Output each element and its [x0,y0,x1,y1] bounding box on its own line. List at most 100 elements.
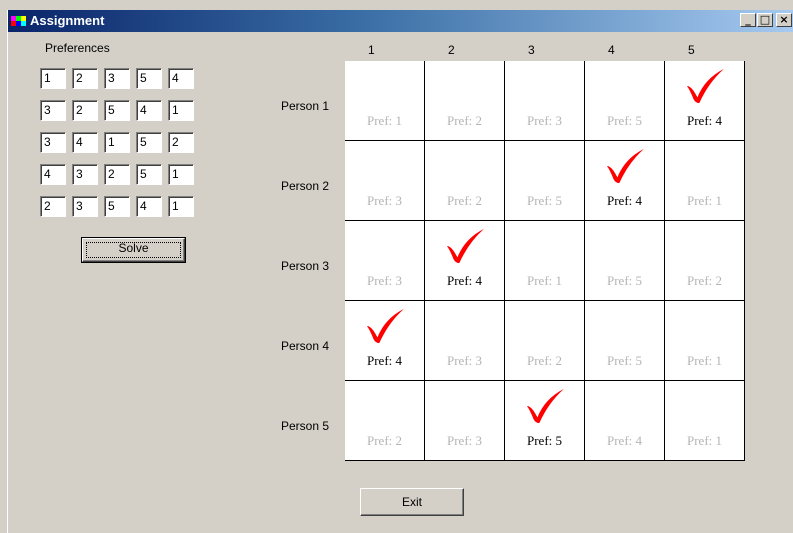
preference-input[interactable]: 5 [104,100,130,121]
assignment-grid: Pref: 1 Pref: 2 Pref: 3 Pref: 5 Pref: 4 Pref:… [345,61,745,461]
grid-cell[interactable]: Pref: 2 [425,61,505,141]
title-bar[interactable]: Assignment _ □ × [8,10,793,32]
pref-label: Pref: 1 [686,193,723,208]
assigned-cell[interactable]: Pref: 4 [665,61,745,141]
preference-input[interactable]: 1 [40,68,66,89]
maximize-button[interactable]: □ [757,13,773,27]
preference-input[interactable]: 1 [104,132,130,153]
preference-input[interactable]: 4 [72,132,98,153]
solve-button[interactable]: Solve [81,237,186,263]
person-label: Person 3 [281,259,330,273]
preference-input[interactable]: 4 [40,164,66,185]
person-label: Person 4 [281,339,330,353]
pref-label: Pref: 2 [526,353,563,368]
preference-input[interactable]: 3 [104,68,130,89]
grid-cell[interactable]: Pref: 1 [505,221,585,301]
person-label: Person 1 [281,99,330,113]
grid-cell[interactable]: Pref: 3 [425,301,505,381]
pref-label: Pref: 5 [606,353,643,368]
grid-cell[interactable]: Pref: 4 [585,381,665,461]
preference-input[interactable]: 5 [136,132,162,153]
column-header: 4 [608,43,615,57]
checkmark-icon [526,388,564,424]
person-label: Person 2 [281,179,330,193]
preference-input[interactable]: 4 [136,100,162,121]
pref-label: Pref: 1 [686,353,723,368]
pref-label: Pref: 2 [686,273,723,288]
checkmark-icon [366,308,404,344]
assigned-cell[interactable]: Pref: 4 [425,221,505,301]
preference-input[interactable]: 5 [104,196,130,217]
preferences-label: Preferences [45,41,110,55]
grid-cell[interactable]: Pref: 1 [665,381,745,461]
focus-rect [86,242,181,258]
preference-input[interactable]: 4 [136,196,162,217]
checkmark-icon [686,68,724,104]
preference-input[interactable]: 3 [72,196,98,217]
pref-label: Pref: 2 [366,433,403,448]
column-header: 3 [528,43,535,57]
checkmark-icon [446,228,484,264]
pref-label: Pref: 1 [686,433,723,448]
app-icon [11,16,26,26]
assigned-cell[interactable]: Pref: 4 [345,301,425,381]
preference-input[interactable]: 3 [40,132,66,153]
grid-cell[interactable]: Pref: 1 [665,301,745,381]
preference-input[interactable]: 2 [40,196,66,217]
grid-cell[interactable]: Pref: 1 [345,61,425,141]
grid-cell[interactable]: Pref: 3 [505,61,585,141]
preference-input[interactable]: 2 [72,68,98,89]
pref-label: Pref: 5 [526,433,563,448]
preference-input[interactable]: 2 [72,100,98,121]
pref-label: Pref: 3 [366,193,403,208]
close-button[interactable]: × [776,13,792,27]
grid-cell[interactable]: Pref: 5 [585,61,665,141]
grid-cell[interactable]: Pref: 3 [425,381,505,461]
assigned-cell[interactable]: Pref: 5 [505,381,585,461]
minimize-button[interactable]: _ [740,13,756,27]
pref-label: Pref: 2 [446,113,483,128]
preference-input[interactable]: 5 [136,164,162,185]
grid-cell[interactable]: Pref: 5 [585,221,665,301]
window-title: Assignment [30,13,105,28]
pref-label: Pref: 4 [606,193,643,208]
preference-input[interactable]: 1 [168,196,194,217]
column-header: 1 [368,43,375,57]
preference-input[interactable]: 2 [168,132,194,153]
grid-cell[interactable]: Pref: 2 [505,301,585,381]
pref-label: Pref: 5 [526,193,563,208]
column-header: 5 [688,43,695,57]
pref-label: Pref: 3 [366,273,403,288]
exit-label: Exit [401,495,422,509]
pref-label: Pref: 3 [526,113,563,128]
preference-input[interactable]: 1 [168,100,194,121]
exit-button[interactable]: Exit [360,488,464,516]
grid-cell[interactable]: Pref: 2 [345,381,425,461]
pref-label: Pref: 2 [446,193,483,208]
pref-label: Pref: 1 [366,113,403,128]
grid-cell[interactable]: Pref: 5 [505,141,585,221]
preference-input[interactable]: 3 [40,100,66,121]
grid-cell[interactable]: Pref: 2 [425,141,505,221]
pref-label: Pref: 3 [446,353,483,368]
grid-cell[interactable]: Pref: 2 [665,221,745,301]
preference-input[interactable]: 1 [168,164,194,185]
preference-input[interactable]: 4 [168,68,194,89]
person-label: Person 5 [281,419,330,433]
grid-cell[interactable]: Pref: 3 [345,221,425,301]
preference-input[interactable]: 5 [136,68,162,89]
pref-label: Pref: 3 [446,433,483,448]
preference-input[interactable]: 2 [104,164,130,185]
pref-label: Pref: 4 [686,113,723,128]
column-header: 2 [448,43,455,57]
pref-label: Pref: 4 [366,353,403,368]
assigned-cell[interactable]: Pref: 4 [585,141,665,221]
grid-cell[interactable]: Pref: 1 [665,141,745,221]
checkmark-icon [606,148,644,184]
grid-cell[interactable]: Pref: 5 [585,301,665,381]
pref-label: Pref: 4 [606,433,643,448]
pref-label: Pref: 5 [606,113,643,128]
preference-input[interactable]: 3 [72,164,98,185]
grid-cell[interactable]: Pref: 3 [345,141,425,221]
pref-label: Pref: 5 [606,273,643,288]
